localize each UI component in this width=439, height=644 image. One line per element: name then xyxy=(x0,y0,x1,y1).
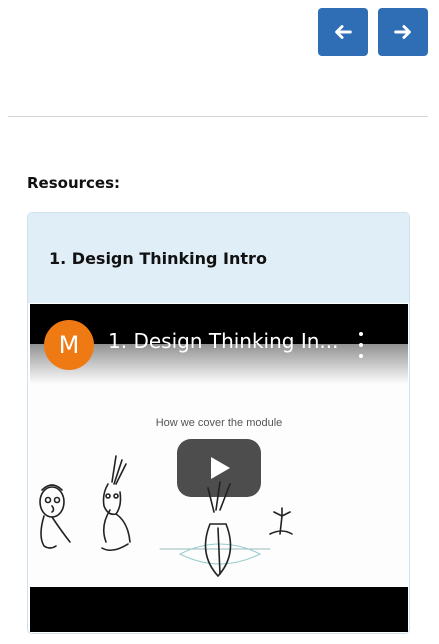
arrow-left-icon xyxy=(335,25,352,39)
divider xyxy=(8,116,428,117)
video-title[interactable]: 1. Design Thinking In... xyxy=(108,329,358,353)
resources-heading: Resources: xyxy=(27,174,121,192)
arrow-right-icon xyxy=(394,25,411,39)
channel-avatar[interactable]: M xyxy=(44,320,94,370)
resource-title: 1. Design Thinking Intro xyxy=(49,248,267,268)
next-button[interactable] xyxy=(378,8,428,56)
slide-caption: How we cover the module xyxy=(155,417,283,429)
play-button[interactable] xyxy=(177,439,261,497)
video-player[interactable]: How we cover the module M 1. Design Thin… xyxy=(30,304,408,632)
resource-card-header: 1. Design Thinking Intro xyxy=(28,213,409,303)
more-vertical-icon[interactable] xyxy=(356,332,366,358)
previous-button[interactable] xyxy=(318,8,368,56)
resource-card: 1. Design Thinking Intro How we cover th… xyxy=(27,212,410,634)
play-icon xyxy=(211,457,230,479)
